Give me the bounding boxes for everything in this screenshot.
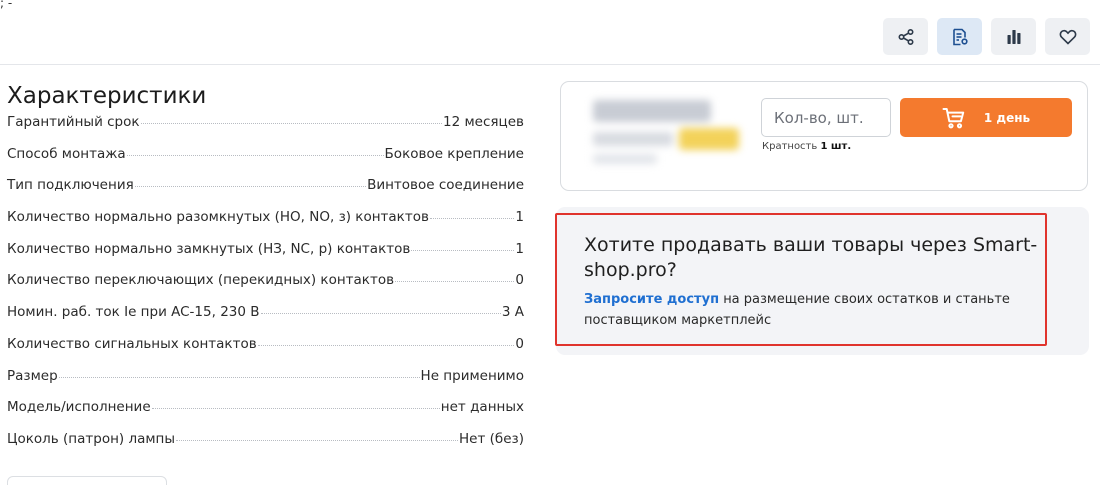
spec-value: 0 (515, 272, 524, 289)
spec-leader-dots (134, 186, 367, 188)
specifications-section: Характеристики Гарантийный срок 12 месяце… (7, 82, 524, 463)
spec-row: Способ монтажа Боковое крепление (7, 146, 524, 178)
multiplicity-value: 1 шт. (820, 141, 852, 152)
spec-leader-dots (429, 218, 515, 220)
spec-value: 0 (515, 335, 524, 352)
delivery-time-label: 1 день (983, 110, 1031, 125)
spec-name: Тип подключения (7, 177, 134, 194)
spec-name: Номин. раб. ток Ie при AC-15, 230 В (7, 304, 260, 321)
share-icon (897, 28, 914, 45)
favorite-button[interactable] (1045, 18, 1090, 55)
spec-value: 3 A (501, 304, 524, 321)
spec-leader-dots (126, 154, 384, 156)
spec-leader-dots (260, 313, 501, 315)
spec-leader-dots (140, 123, 443, 124)
spec-value: 1 (515, 240, 524, 257)
spec-name: Способ монтажа (7, 145, 126, 162)
spec-name: Количество сигнальных контактов (7, 335, 257, 352)
spec-row: Цоколь (патрон) лампы Нет (без) (7, 431, 524, 463)
spec-value: нет данных (440, 399, 524, 416)
spec-row: Гарантийный срок 12 месяцев (7, 114, 524, 146)
add-to-cart-button[interactable]: 1 день (900, 98, 1072, 137)
spec-row: Номин. раб. ток Ie при AC-15, 230 В 3 A (7, 304, 524, 336)
spec-name: Цоколь (патрон) лампы (7, 430, 176, 447)
header-divider (0, 64, 1100, 65)
spec-leader-dots (58, 376, 420, 378)
spec-row: Тип подключения Винтовое соединение (7, 177, 524, 209)
spec-name: Количество нормально замкнутых (НЗ, NC, … (7, 240, 411, 257)
bar-chart-icon (1007, 29, 1020, 44)
specifications-list: Гарантийный срок 12 месяцев Способ монтажа… (7, 114, 524, 463)
spec-name: Модель/исполнение (7, 399, 151, 416)
multiplicity-note: Кратность 1 шт. (762, 141, 851, 152)
spec-value: 1 (515, 209, 524, 226)
spec-name: Количество нормально разомкнутых (НО, NO… (7, 209, 429, 226)
cart-icon (942, 107, 965, 128)
document-gear-icon (952, 28, 968, 45)
multiplicity-prefix: Кратность (762, 141, 818, 152)
promo-text: Запросите доступ на размещение своих ост… (584, 289, 1024, 331)
spec-value: Не применимо (420, 367, 524, 384)
share-button[interactable] (883, 18, 928, 55)
request-access-link[interactable]: Запросите доступ (584, 292, 719, 307)
spec-name: Размер (7, 367, 58, 384)
spec-value: 12 месяцев (443, 114, 524, 130)
spec-row: Модель/исполнение нет данных (7, 399, 524, 431)
spec-name: Количество переключающих (перекидных) ко… (7, 272, 395, 289)
quantity-input[interactable] (761, 98, 891, 137)
compare-button[interactable] (991, 18, 1036, 55)
spec-row: Количество нормально разомкнутых (НО, NO… (7, 209, 524, 241)
more-button[interactable] (7, 476, 167, 485)
spec-leader-dots (395, 281, 515, 283)
blurred-price (575, 96, 745, 166)
spec-leader-dots (257, 344, 515, 346)
spec-row: Количество переключающих (перекидных) ко… (7, 272, 524, 304)
spec-row: Количество сигнальных контактов 0 (7, 336, 524, 368)
spec-row: Количество нормально замкнутых (НЗ, NC, … (7, 241, 524, 273)
document-settings-button[interactable] (937, 18, 982, 55)
spec-leader-dots (176, 439, 459, 441)
spec-value: Боковое крепление (384, 145, 524, 162)
product-toolbar (883, 18, 1090, 55)
heart-icon (1059, 29, 1076, 45)
specifications-title: Характеристики (7, 83, 207, 109)
buy-card: 1 день Кратность 1 шт. (560, 81, 1088, 191)
spec-name: Гарантийный срок (7, 114, 140, 130)
spec-leader-dots (411, 249, 515, 251)
promo-title: Хотите продавать ваши товары через Smart… (584, 234, 1038, 281)
spec-value: Винтовое соединение (367, 177, 524, 194)
spec-value: Нет (без) (459, 430, 524, 447)
corner-mark: ; - (0, 0, 13, 10)
spec-leader-dots (151, 408, 440, 410)
spec-row: Размер Не применимо (7, 368, 524, 400)
